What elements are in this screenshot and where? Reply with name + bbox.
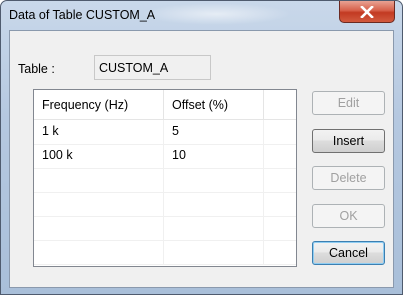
frequency-cell[interactable]: [34, 240, 164, 264]
extra-cell[interactable]: [264, 192, 296, 216]
insert-button[interactable]: Insert: [312, 129, 385, 153]
close-button[interactable]: [339, 1, 395, 23]
table-label: Table :: [18, 62, 55, 76]
data-grid[interactable]: Frequency (Hz) Offset (%) 1 k 5 100 k 10: [33, 89, 297, 267]
extra-cell[interactable]: [264, 120, 296, 144]
extra-cell[interactable]: [264, 216, 296, 240]
offset-cell[interactable]: [164, 216, 264, 240]
column-header-frequency[interactable]: Frequency (Hz): [34, 90, 164, 119]
table-name-field: CUSTOM_A: [94, 55, 211, 80]
offset-cell[interactable]: [164, 192, 264, 216]
extra-cell[interactable]: [264, 168, 296, 192]
title-glass-highlight: [141, 3, 291, 25]
window-title: Data of Table CUSTOM_A: [9, 8, 156, 22]
close-icon: [360, 5, 374, 18]
edit-button[interactable]: Edit: [312, 91, 385, 115]
ok-button[interactable]: OK: [312, 204, 385, 228]
offset-cell[interactable]: 5: [164, 120, 264, 144]
offset-cell[interactable]: 10: [164, 144, 264, 168]
offset-cell[interactable]: [164, 168, 264, 192]
extra-cell[interactable]: [264, 144, 296, 168]
frequency-cell[interactable]: [34, 192, 164, 216]
dialog-window: Data of Table CUSTOM_A Table : CUSTOM_A …: [0, 0, 403, 295]
table-row[interactable]: [34, 192, 296, 217]
frequency-cell[interactable]: 100 k: [34, 144, 164, 168]
delete-button[interactable]: Delete: [312, 166, 385, 190]
table-row[interactable]: [34, 168, 296, 193]
grid-header: Frequency (Hz) Offset (%): [34, 90, 296, 120]
title-bar[interactable]: Data of Table CUSTOM_A: [1, 1, 402, 31]
offset-cell[interactable]: [164, 240, 264, 264]
extra-cell[interactable]: [264, 240, 296, 264]
cancel-button[interactable]: Cancel: [312, 241, 385, 265]
table-row[interactable]: [34, 240, 296, 265]
table-row[interactable]: [34, 216, 296, 241]
frequency-cell[interactable]: [34, 168, 164, 192]
frequency-cell[interactable]: [34, 216, 164, 240]
column-header-extra[interactable]: [264, 90, 296, 119]
column-header-offset[interactable]: Offset (%): [164, 90, 264, 119]
table-row[interactable]: 100 k 10: [34, 144, 296, 169]
frequency-cell[interactable]: 1 k: [34, 120, 164, 144]
table-row[interactable]: 1 k 5: [34, 120, 296, 145]
